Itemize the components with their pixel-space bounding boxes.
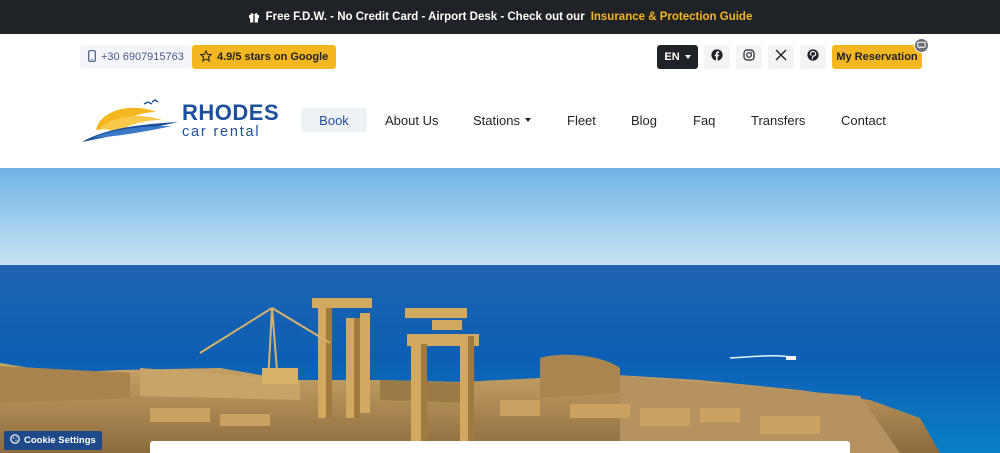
nav-contact-label: Contact (841, 112, 886, 128)
google-rating-button[interactable]: 4.9/5 stars on Google (192, 45, 337, 69)
phone-number: +30 6907915763 (101, 51, 184, 63)
star-icon (199, 49, 213, 65)
pinterest-link[interactable] (800, 45, 826, 69)
phone-icon (88, 49, 96, 65)
google-rating-label: 4.9/5 stars on Google (217, 51, 329, 63)
hero-image (0, 168, 1000, 453)
nav-stations-label: Stations (473, 112, 520, 128)
nav-fleet-label: Fleet (567, 112, 596, 128)
nav-faq[interactable]: Faq (693, 108, 715, 132)
language-selector[interactable]: EN (657, 45, 698, 69)
cookie-settings-button[interactable]: Cookie Settings (4, 431, 102, 450)
nav-stations[interactable]: Stations (473, 108, 531, 132)
nav-about-us[interactable]: About Us (385, 108, 438, 132)
pinterest-icon (807, 48, 819, 66)
logo-subtitle: car rental (182, 124, 261, 140)
nav-book[interactable]: Book (301, 108, 367, 132)
chevron-down-icon (684, 55, 691, 59)
logo-title: RHODES (182, 100, 280, 125)
x-link[interactable] (768, 45, 794, 69)
instagram-link[interactable] (736, 45, 762, 69)
facebook-icon (711, 48, 723, 66)
nav-transfers[interactable]: Transfers (751, 108, 805, 132)
gift-icon (248, 11, 260, 23)
nav-transfers-label: Transfers (751, 112, 806, 128)
nav-contact[interactable]: Contact (841, 108, 886, 132)
booking-form-card (150, 441, 850, 453)
logo-sun-wave-icon (82, 99, 178, 142)
chevron-down-icon (524, 118, 531, 122)
insurance-guide-link[interactable]: Insurance & Protection Guide (591, 11, 753, 23)
my-reservation-button[interactable]: My Reservation (832, 45, 922, 69)
nav-blog-label: Blog (631, 112, 658, 128)
nav-about-us-label: About Us (385, 112, 439, 128)
site-logo[interactable]: RHODES car rental (80, 98, 280, 144)
x-icon (775, 48, 787, 66)
announcement-text: Free F.D.W. - No Credit Card - Airport D… (265, 11, 585, 23)
utility-row: +30 6907915763 4.9/5 stars on Google EN … (0, 44, 1000, 70)
instagram-icon (743, 48, 755, 66)
cookie-icon (10, 434, 20, 447)
chat-icon[interactable] (914, 38, 929, 53)
nav-faq-label: Faq (693, 112, 716, 128)
language-label: EN (664, 51, 680, 63)
facebook-link[interactable] (704, 45, 730, 69)
phone-link[interactable]: +30 6907915763 (80, 45, 192, 69)
my-reservation-label: My Reservation (836, 51, 918, 63)
nav-book-label: Book (319, 112, 349, 128)
cookie-settings-label: Cookie Settings (24, 435, 96, 446)
announcement-bar: Free F.D.W. - No Credit Card - Airport D… (0, 0, 1000, 34)
nav-blog[interactable]: Blog (631, 108, 657, 132)
nav-fleet[interactable]: Fleet (567, 108, 596, 132)
